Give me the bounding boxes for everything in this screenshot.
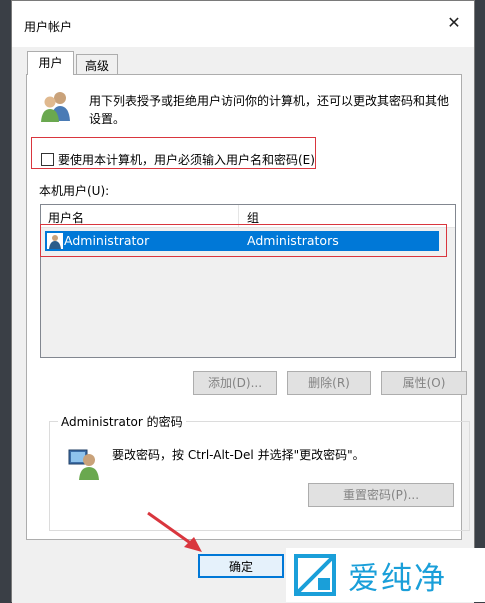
watermark: 爱纯净 [286,548,485,602]
watermark-brand: 爱纯净 [348,560,447,597]
users-icon [41,92,70,122]
reset-password-button[interactable]: 重置密码(P)... [308,483,454,507]
group-cell: Administrators [247,233,339,248]
watermark-logo-icon [294,554,336,596]
user-accounts-dialog: 用户帐户 ✕ 用户 高级 用下列表授予或拒绝用户访问你的计算机，还可以更改其密码… [11,0,475,603]
require-password-checkbox[interactable] [41,152,54,166]
users-list[interactable]: 用户名 组 Administrator Administrators [40,204,456,358]
column-separator[interactable] [238,205,239,227]
require-password-row[interactable]: 要使用本计算机，用户必须输入用户名和密码(E) [41,151,315,167]
user-password-icon [68,449,99,480]
tab-advanced[interactable]: 高级 [76,54,118,76]
tab-users[interactable]: 用户 [27,51,74,75]
remove-user-button[interactable]: 删除(R) [287,371,371,395]
users-tab-panel: 用下列表授予或拒绝用户访问你的计算机，还可以更改其密码和其他设置。 要使用本计算… [26,74,470,540]
password-group: Administrator 的密码 要改密码，按 Ctrl-Alt-Del 并选… [49,413,470,531]
column-header-group[interactable]: 组 [247,209,259,226]
close-icon[interactable]: ✕ [444,13,464,33]
password-instruction: 要改密码，按 Ctrl-Alt-Del 并选择"更改密码"。 [112,448,365,462]
table-row[interactable]: Administrator Administrators [45,231,439,251]
username-cell: Administrator [64,233,150,248]
column-header-username[interactable]: 用户名 [48,209,84,226]
password-group-title: Administrator 的密码 [58,413,186,430]
user-row-icon [47,233,63,249]
require-password-label: 要使用本计算机，用户必须输入用户名和密码(E) [58,152,315,167]
properties-button[interactable]: 属性(O) [381,371,467,395]
window-title: 用户帐户 [24,20,73,34]
add-user-button[interactable]: 添加(D)... [193,371,277,395]
ok-button[interactable]: 确定 [198,554,284,578]
local-users-label: 本机用户(U): [39,184,110,198]
title-bar: 用户帐户 ✕ [12,1,474,47]
list-header: 用户名 组 [41,205,455,228]
description-text: 用下列表授予或拒绝用户访问你的计算机，还可以更改其密码和其他设置。 [89,94,450,126]
